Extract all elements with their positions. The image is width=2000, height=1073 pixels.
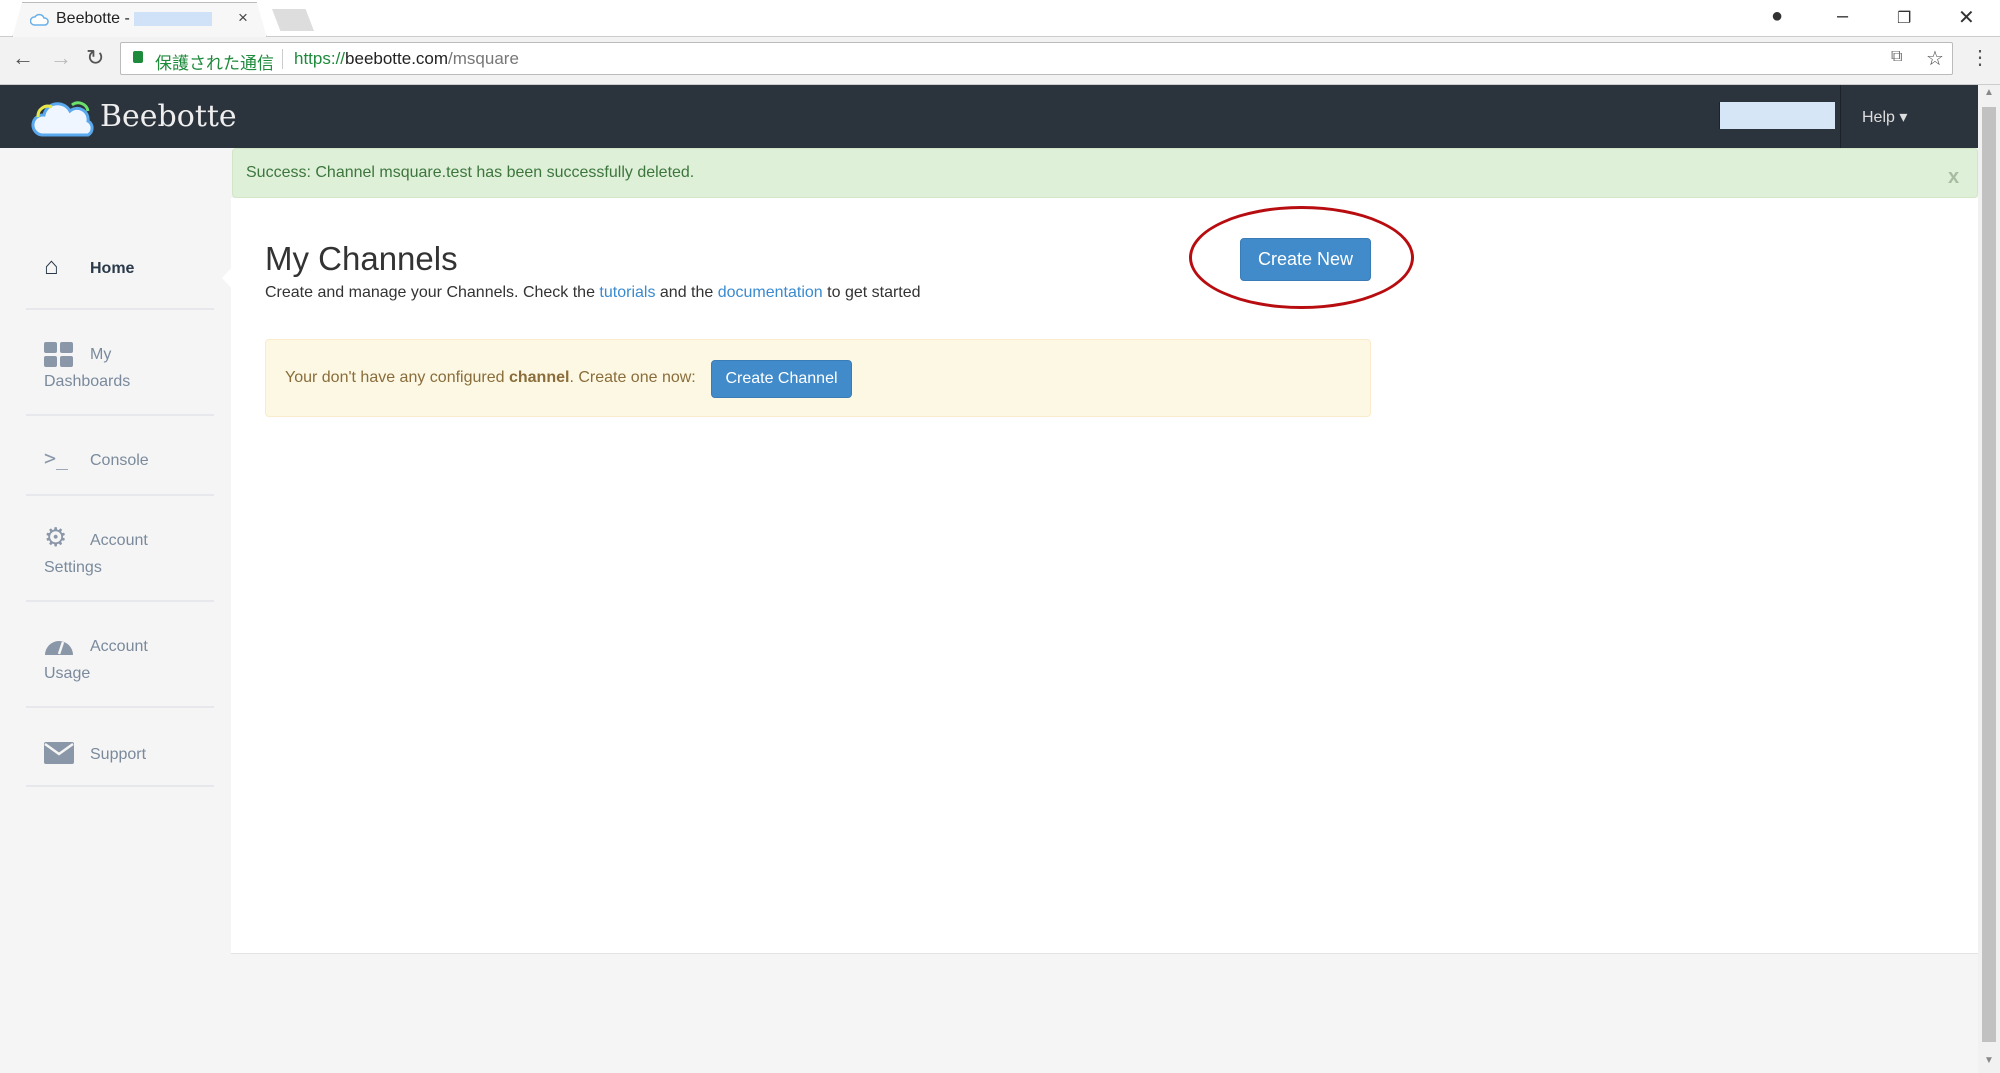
sidebar-item-dashboards[interactable]: My Dashboards	[26, 310, 214, 416]
redacted-username[interactable]	[1719, 102, 1835, 129]
sidebar-item-label: Console	[90, 452, 149, 469]
menu-icon[interactable]: ⋮	[1970, 45, 1990, 70]
page-scrollbar[interactable]: ▲ ▼	[1978, 85, 2000, 1073]
main-panel	[231, 198, 1978, 954]
warning-text-bold: channel	[508, 369, 570, 386]
top-navbar: Beebotte Help ▾	[0, 85, 1978, 148]
warning-text-pre: Your don't have any configured	[285, 369, 509, 386]
sidebar-item-support[interactable]: Support	[26, 708, 214, 787]
brand-name[interactable]: Beebotte	[100, 99, 237, 134]
warning-text: Your don't have any configured channel. …	[285, 369, 696, 387]
url-host: beebotte.com	[345, 49, 449, 68]
url-text: https://beebotte.com/msquare	[294, 49, 519, 69]
translate-icon[interactable]: ⧉	[1891, 48, 1902, 66]
restore-icon[interactable]: ❐	[1897, 8, 1911, 28]
forward-icon[interactable]: →	[50, 45, 72, 71]
sidebar-item-label: Support	[90, 746, 147, 763]
no-channels-warning: Your don't have any configured channel. …	[265, 339, 1371, 417]
subtitle-text: and the	[655, 284, 718, 301]
sidebar-item-label: Account	[90, 532, 148, 549]
profile-icon[interactable]: ●	[1771, 5, 1783, 28]
subtitle-text: Create and manage your Channels. Check t…	[265, 284, 600, 301]
sidebar-item-console[interactable]: >_ Console	[26, 416, 214, 496]
beebotte-logo-icon[interactable]	[28, 97, 96, 139]
back-icon[interactable]: ←	[12, 45, 34, 71]
help-dropdown[interactable]: Help ▾	[1840, 85, 1978, 148]
subtitle-text: to get started	[822, 284, 921, 301]
scrollbar-thumb[interactable]	[1982, 107, 1996, 1042]
sidebar-item-account-settings[interactable]: ⚙ Account Settings	[26, 496, 214, 602]
dashboard-icon	[44, 342, 73, 367]
close-window-icon[interactable]: ✕	[1958, 5, 1975, 30]
sidebar: ⌂ Home My Dashboards >_ Console ⚙ Accoun…	[0, 148, 231, 1073]
sidebar-item-label: Usage	[44, 665, 91, 682]
secure-label: 保護された通信	[155, 54, 274, 73]
redacted-tab-text	[134, 12, 212, 26]
sidebar-item-home[interactable]: ⌂ Home	[26, 248, 214, 310]
page-subtitle: Create and manage your Channels. Check t…	[265, 284, 921, 302]
alert-message: Success: Channel msquare.test has been s…	[246, 164, 695, 181]
tutorials-link[interactable]: tutorials	[599, 284, 655, 301]
warning-text-post: . Create one now:	[569, 369, 696, 386]
new-tab-button[interactable]	[272, 9, 314, 31]
address-bar-row: ← → ↻ 保護された通信 https://beebotte.com/msqua…	[0, 37, 2000, 85]
alert-close-button[interactable]: x	[1948, 166, 1959, 189]
documentation-link[interactable]: documentation	[718, 284, 823, 301]
scroll-up-icon[interactable]: ▲	[1984, 87, 1994, 98]
sidebar-item-account-usage[interactable]: Account Usage	[26, 602, 214, 708]
url-scheme: https://	[294, 49, 346, 68]
console-icon: >_	[44, 446, 69, 470]
url-input[interactable]: 保護された通信 https://beebotte.com/msquare ⧉ ☆	[120, 42, 1953, 75]
success-alert: Success: Channel msquare.test has been s…	[232, 148, 1978, 198]
highlight-circle-annotation	[1189, 206, 1414, 309]
sidebar-item-label: My	[90, 346, 112, 363]
lock-icon	[133, 51, 143, 63]
home-icon: ⌂	[44, 253, 59, 280]
url-path: /msquare	[448, 49, 519, 68]
sidebar-item-label: Settings	[44, 559, 102, 576]
minimize-icon[interactable]: –	[1837, 5, 1848, 28]
gauge-icon	[45, 641, 73, 655]
create-channel-button[interactable]: Create Channel	[711, 360, 852, 398]
scroll-down-icon[interactable]: ▼	[1984, 1055, 1994, 1066]
divider	[282, 49, 283, 69]
browser-tabstrip: Beebotte - × ● – ❐ ✕	[0, 0, 2000, 38]
reload-icon[interactable]: ↻	[86, 45, 104, 71]
star-icon[interactable]: ☆	[1926, 46, 1944, 71]
envelope-icon	[44, 742, 74, 764]
tab-title: Beebotte -	[56, 10, 130, 27]
favicon-cloud-icon	[30, 13, 49, 26]
tab-close-icon[interactable]: ×	[238, 8, 248, 28]
gears-icon: ⚙	[44, 522, 68, 552]
sidebar-item-label: Account	[90, 638, 148, 655]
sidebar-item-label: Dashboards	[44, 373, 131, 390]
sidebar-item-label: Home	[90, 260, 135, 277]
page-title: My Channels	[265, 240, 458, 277]
